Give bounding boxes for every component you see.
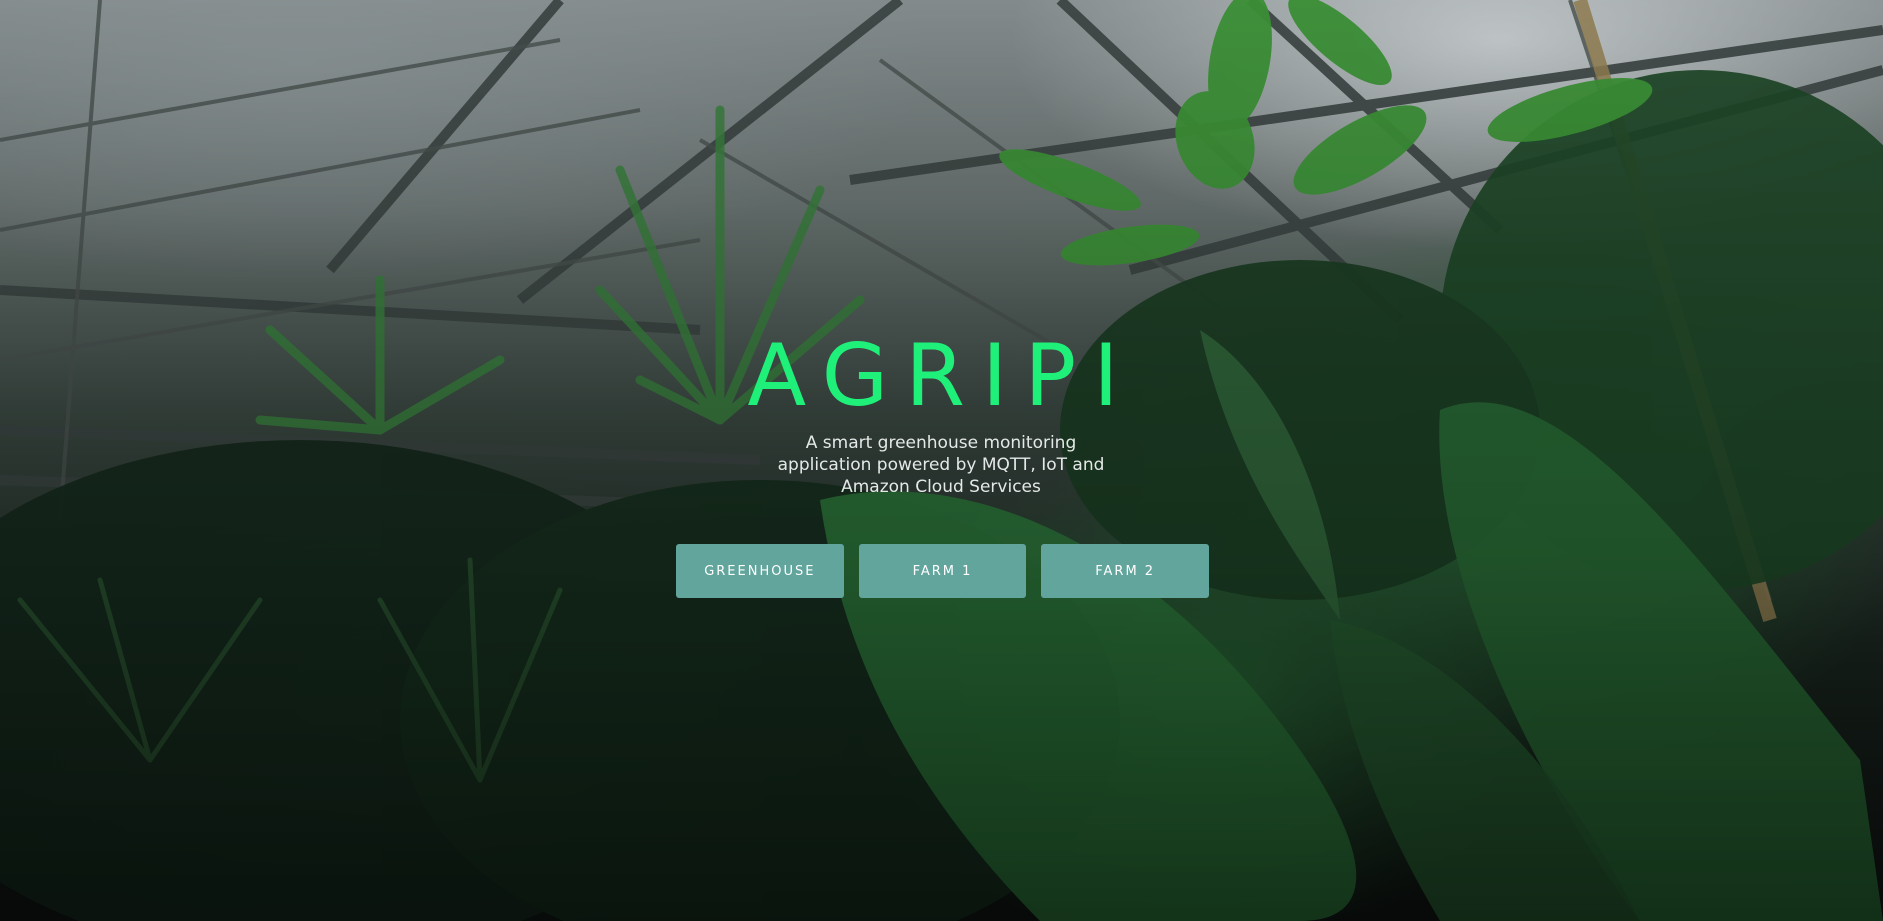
greenhouse-button[interactable]: GREENHOUSE	[676, 544, 844, 598]
farm-2-button[interactable]: FARM 2	[1041, 544, 1210, 598]
tagline-line: A smart greenhouse monitoring	[805, 433, 1077, 453]
hero-section: AGRIPI A smart greenhouse monitoring app…	[0, 0, 1883, 921]
app-title: AGRIPI	[747, 326, 1136, 426]
hero-content: AGRIPI A smart greenhouse monitoring app…	[0, 0, 1883, 921]
app-tagline: A smart greenhouse monitoring applicatio…	[741, 432, 1141, 498]
tagline-line: Amazon Cloud Services	[841, 477, 1041, 497]
tagline-line: application powered by MQTT, IoT and	[777, 455, 1105, 475]
navigation-buttons: GREENHOUSE FARM 1 FARM 2	[676, 544, 1210, 598]
farm-1-button[interactable]: FARM 1	[858, 544, 1027, 598]
